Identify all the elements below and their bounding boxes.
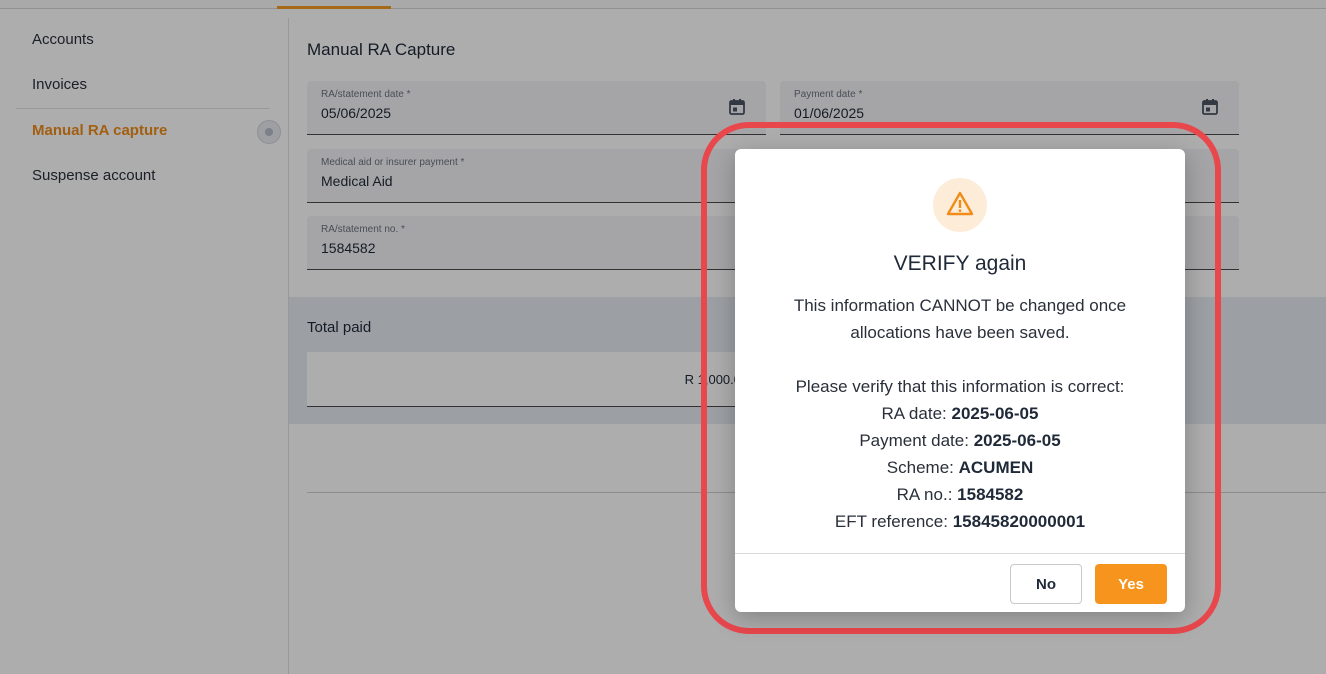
- no-button[interactable]: No: [1010, 564, 1082, 604]
- dialog-payment-date-row: Payment date: 2025-06-05: [735, 427, 1185, 454]
- warning-badge: [933, 178, 987, 232]
- ra-date-value: 2025-06-05: [951, 404, 1039, 423]
- ra-date-label: RA date:: [881, 404, 947, 423]
- scheme-label: Scheme:: [886, 458, 954, 477]
- yes-button[interactable]: Yes: [1095, 564, 1167, 604]
- ra-no-value: 1584582: [957, 485, 1024, 504]
- dialog-eft-reference-row: EFT reference: 15845820000001: [735, 508, 1185, 535]
- eft-reference-value: 15845820000001: [952, 512, 1086, 531]
- payment-date-label-text: Payment date:: [859, 431, 969, 450]
- verify-dialog: VERIFY again This information CANNOT be …: [735, 149, 1185, 612]
- dialog-scheme-row: Scheme: ACUMEN: [735, 454, 1185, 481]
- payment-date-value-text: 2025-06-05: [973, 431, 1061, 450]
- dialog-ra-no-row: RA no.: 1584582: [735, 481, 1185, 508]
- dialog-title: VERIFY again: [893, 252, 1027, 275]
- dialog-warning-line-1: This information CANNOT be changed once: [793, 296, 1127, 315]
- ra-no-label: RA no.:: [896, 485, 953, 504]
- dialog-footer-divider: [735, 553, 1185, 554]
- scheme-value: ACUMEN: [958, 458, 1034, 477]
- warning-icon: [946, 191, 974, 216]
- dialog-ra-date-row: RA date: 2025-06-05: [735, 400, 1185, 427]
- app: Accounts Invoices Manual RA capture Susp…: [0, 0, 1326, 674]
- dialog-warning-line-2: allocations have been saved.: [850, 323, 1070, 342]
- eft-reference-label: EFT reference:: [834, 512, 948, 531]
- dialog-verify-prompt: Please verify that this information is c…: [795, 377, 1125, 396]
